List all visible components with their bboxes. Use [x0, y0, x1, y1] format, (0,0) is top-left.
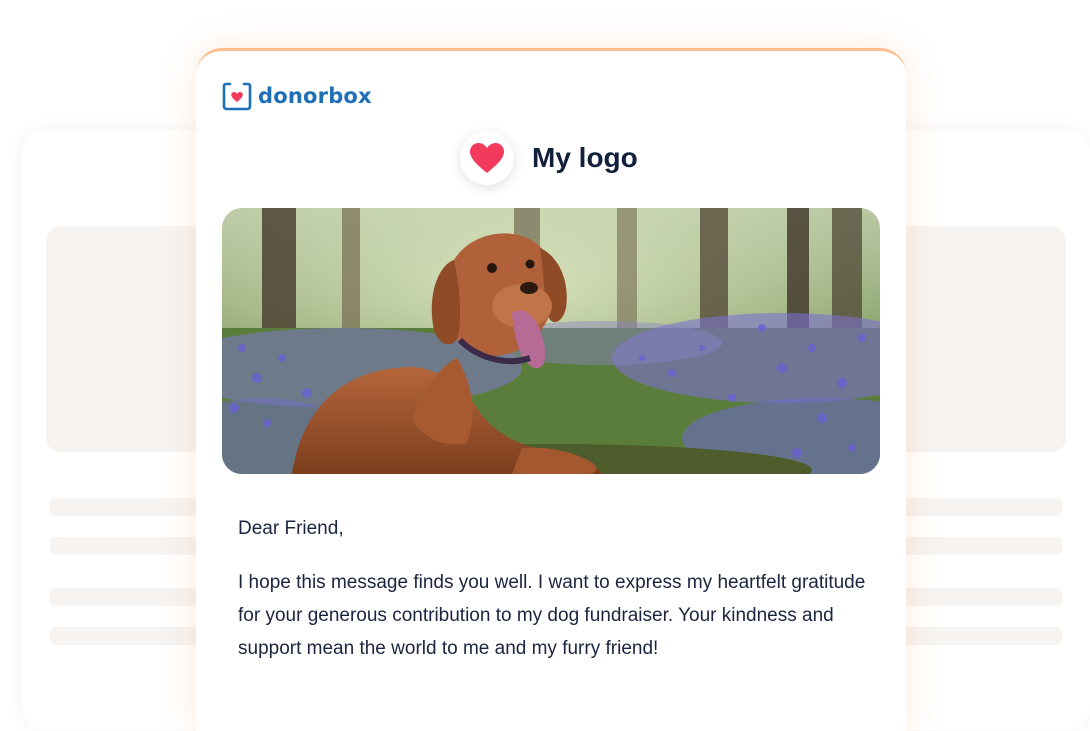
email-letter: Dear Friend, I hope this message finds y… — [238, 514, 878, 665]
email-header-logo: My logo — [460, 131, 638, 185]
brand-name: donorbox — [258, 84, 372, 108]
letter-greeting: Dear Friend, — [238, 518, 344, 539]
heart-icon — [470, 143, 504, 173]
donorbox-heart-box-icon — [222, 82, 252, 111]
logo-label: My logo — [532, 142, 638, 173]
dog-in-bluebell-field-image — [222, 208, 880, 474]
letter-body: I hope this message finds you well. I wa… — [238, 572, 866, 659]
email-preview-card: donorbox My logo Dear Friend, I hope thi… — [196, 48, 906, 731]
donorbox-brand: donorbox — [222, 81, 372, 111]
logo-badge — [460, 131, 514, 185]
